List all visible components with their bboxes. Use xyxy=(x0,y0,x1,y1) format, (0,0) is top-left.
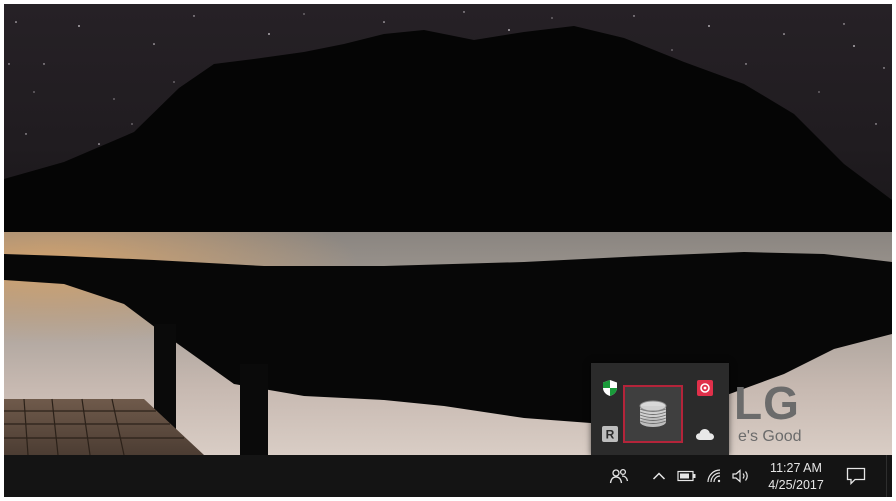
volume-icon[interactable] xyxy=(730,463,752,489)
brand-tagline: e's Good xyxy=(738,428,802,445)
svg-text:R: R xyxy=(606,428,615,442)
battery-icon[interactable] xyxy=(676,463,698,489)
clock-time: 11:27 AM xyxy=(770,461,822,475)
onedrive-cloud-icon[interactable] xyxy=(694,423,716,445)
action-center-icon[interactable] xyxy=(842,463,870,489)
dock-post-right xyxy=(240,364,268,455)
chevron-up-icon[interactable] xyxy=(649,463,669,489)
windows-defender-shield-icon[interactable] xyxy=(599,377,621,399)
show-desktop-button[interactable] xyxy=(886,455,892,497)
taskbar-clock[interactable]: 11:27 AM 4/25/2017 xyxy=(756,460,836,494)
brand-watermark: LG e's Good xyxy=(734,376,892,456)
brand-logo: LG xyxy=(734,377,800,429)
red-app-icon[interactable] xyxy=(694,377,716,399)
clock-date: 4/25/2017 xyxy=(768,478,824,492)
r-app-icon[interactable]: R xyxy=(599,423,621,445)
coil-app-icon[interactable] xyxy=(623,385,683,443)
people-icon[interactable] xyxy=(608,463,630,489)
wifi-icon[interactable] xyxy=(704,463,726,489)
tray-overflow-panel: R xyxy=(591,363,729,456)
desktop-screen: LG e's Good R 11:27 AM 4/25/2017 xyxy=(4,4,892,497)
taskbar: 11:27 AM 4/25/2017 xyxy=(4,455,892,497)
